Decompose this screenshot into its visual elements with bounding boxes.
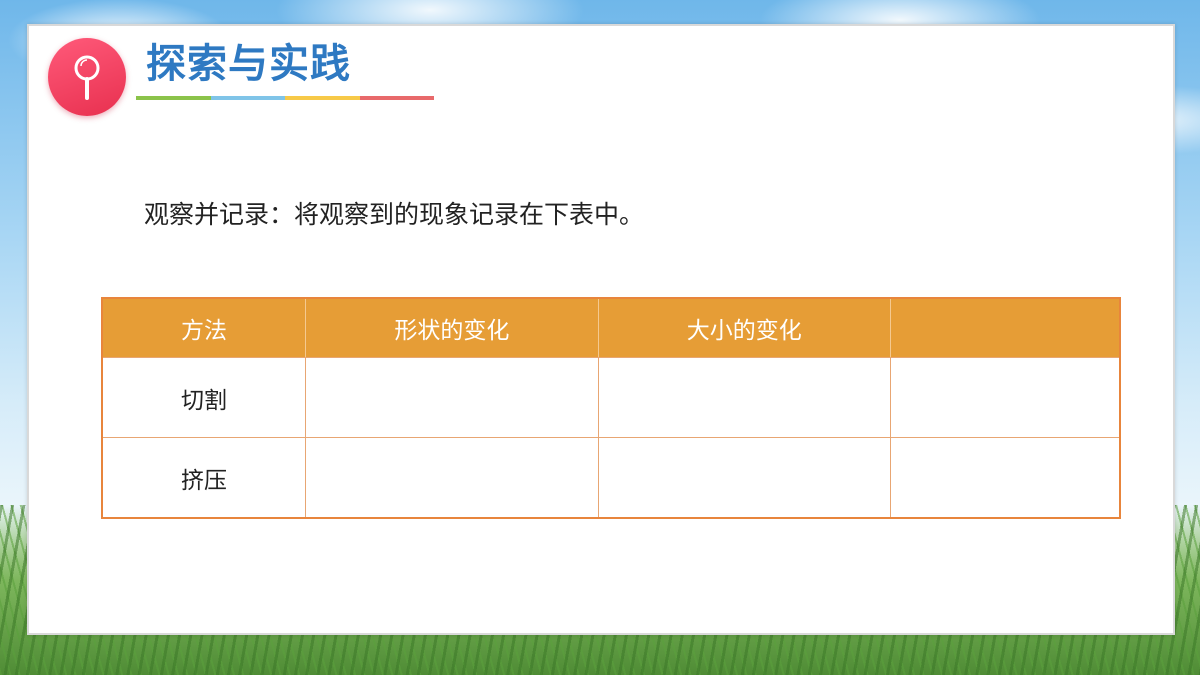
table-row: 挤压	[101, 437, 1121, 519]
header-size-change: 大小的变化	[597, 297, 891, 358]
underline-segment	[210, 96, 285, 100]
title-underline	[136, 96, 434, 100]
table-cell[interactable]	[597, 437, 891, 519]
table-cell[interactable]	[889, 357, 1121, 438]
row-method-cutting: 切割	[101, 357, 307, 438]
instruction-text: 观察并记录：将观察到的现象记录在下表中。	[144, 200, 645, 229]
table-cell[interactable]	[597, 357, 891, 438]
header-method: 方法	[101, 297, 307, 358]
table-header-row: 方法 形状的变化 大小的变化	[101, 297, 1121, 358]
header-shape-change: 形状的变化	[305, 297, 599, 358]
observation-table: 方法 形状的变化 大小的变化 切割 挤压	[101, 297, 1121, 519]
header-blank	[889, 297, 1121, 358]
underline-segment	[136, 96, 211, 100]
underline-segment	[285, 96, 360, 100]
magnifier-icon	[74, 55, 100, 100]
section-title: 探索与实践	[146, 41, 351, 87]
table-cell[interactable]	[889, 437, 1121, 519]
table-cell[interactable]	[305, 437, 599, 519]
underline-segment	[359, 96, 434, 100]
table-row: 切割	[101, 357, 1121, 438]
table-cell[interactable]	[305, 357, 599, 438]
row-method-squeezing: 挤压	[101, 437, 307, 519]
magnifier-badge	[48, 38, 126, 116]
